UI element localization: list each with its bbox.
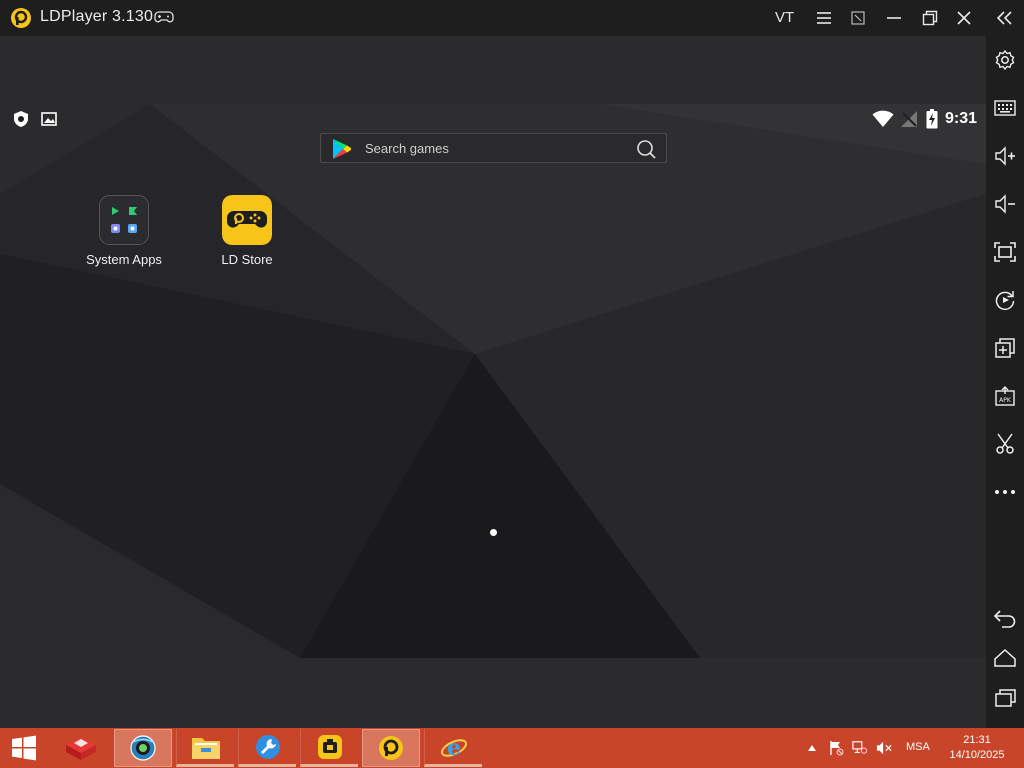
wifi-icon (872, 110, 894, 127)
emulator-bottom-margin (0, 658, 986, 728)
vt-indicator: VT (775, 9, 795, 26)
app-label: LD Store (221, 252, 273, 267)
language-indicator[interactable]: MSA (906, 741, 930, 753)
page-indicator-dot (490, 529, 497, 536)
status-time: 9:31 (945, 110, 978, 127)
gamepad-icon[interactable] (154, 9, 174, 25)
toolbox-icon[interactable] (52, 729, 110, 767)
shield-icon (14, 111, 28, 127)
no-signal-icon (901, 111, 917, 127)
search-placeholder[interactable]: Search games (365, 141, 449, 156)
file-explorer-icon[interactable] (176, 729, 234, 767)
system-apps-folder-icon[interactable] (99, 195, 149, 245)
ldplayer-icon[interactable] (362, 729, 420, 767)
play-store-icon (333, 139, 351, 159)
maximize-icon[interactable] (918, 6, 942, 30)
title-bar: LDPlayer 3.130 VT (0, 0, 1024, 36)
more-icon[interactable] (993, 480, 1017, 504)
multi-instance-icon[interactable] (993, 336, 1017, 360)
keyboard-icon[interactable] (993, 96, 1017, 120)
right-sidebar: APK (986, 36, 1024, 728)
android-screen[interactable]: 9:31 Search games System Apps LD Store (0, 104, 986, 658)
emulator-top-margin (0, 36, 986, 104)
back-icon[interactable] (993, 606, 1017, 630)
svg-text:APK: APK (999, 397, 1012, 404)
windows-taskbar: e MSA 21:31 14/10/2025 (0, 728, 1024, 768)
app-title: LDPlayer 3.130 (40, 8, 154, 25)
search-bar[interactable]: Search games (320, 133, 667, 163)
network-globe-icon[interactable] (114, 729, 172, 767)
minimize-icon[interactable] (882, 6, 906, 30)
internet-explorer-icon[interactable]: e (424, 729, 482, 767)
close-icon[interactable] (952, 6, 976, 30)
home-icon[interactable] (993, 646, 1017, 670)
fullscreen-icon[interactable] (993, 240, 1017, 264)
app-system-apps[interactable]: System Apps (79, 195, 169, 275)
start-icon[interactable] (0, 728, 48, 768)
clock-time: 21:31 (963, 734, 991, 746)
clock-date: 14/10/2025 (949, 749, 1005, 761)
app-ld-store[interactable]: LD Store (202, 195, 292, 275)
volume-muted-icon[interactable] (876, 740, 892, 756)
menu-icon[interactable] (812, 6, 836, 30)
battery-charging-icon (926, 109, 938, 129)
volume-down-icon[interactable] (993, 192, 1017, 216)
ld-multiplayer-icon[interactable] (300, 729, 358, 767)
apk-install-icon[interactable]: APK (993, 384, 1017, 408)
ldplayer-logo-icon (11, 8, 31, 28)
network-icon[interactable] (852, 740, 868, 756)
svg-text:e: e (447, 735, 461, 761)
restore-window-icon[interactable] (846, 6, 870, 30)
taskbar-clock[interactable]: 21:31 14/10/2025 (944, 733, 1010, 763)
rotate-icon[interactable] (993, 288, 1017, 312)
tray-up-arrow-icon[interactable] (804, 740, 820, 756)
volume-up-icon[interactable] (993, 144, 1017, 168)
action-center-flag-icon[interactable] (828, 740, 844, 756)
image-icon (41, 112, 57, 126)
tools-wrench-icon[interactable] (238, 729, 296, 767)
wallpaper (0, 104, 986, 658)
recent-apps-icon[interactable] (993, 686, 1017, 710)
app-label: System Apps (86, 252, 162, 267)
collapse-sidebar-icon[interactable] (993, 6, 1017, 30)
ld-store-icon[interactable] (222, 195, 272, 245)
screenshot-scissors-icon[interactable] (993, 432, 1017, 456)
settings-icon[interactable] (993, 48, 1017, 72)
search-icon[interactable] (636, 139, 656, 159)
